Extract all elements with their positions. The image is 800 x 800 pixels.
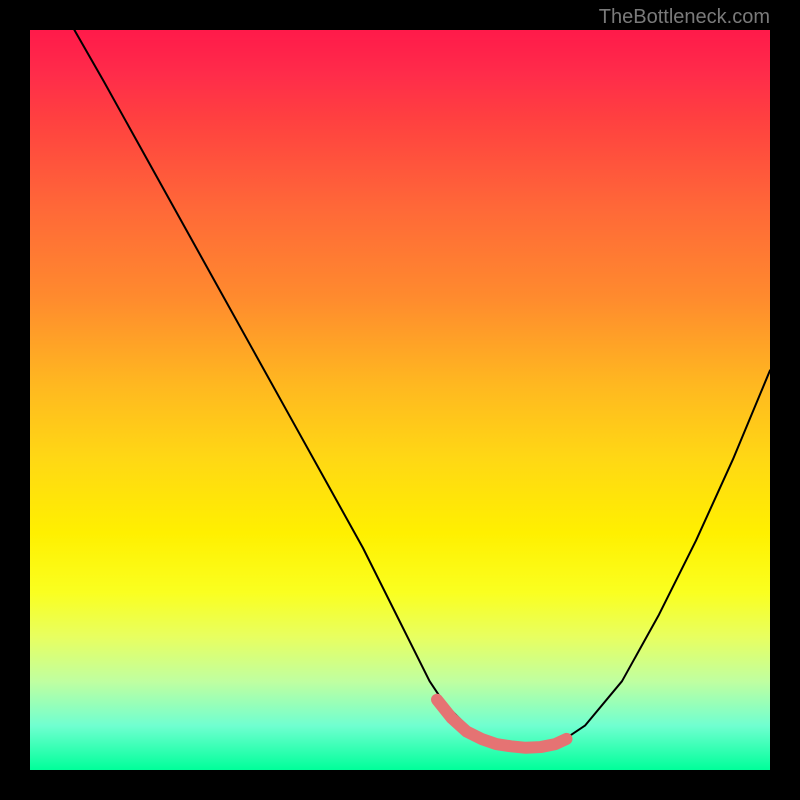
chart-svg: [30, 30, 770, 770]
attribution-text: TheBottleneck.com: [599, 6, 770, 29]
curve-line: [74, 30, 770, 748]
chart-container: TheBottleneck.com: [0, 0, 800, 800]
plot-area: [30, 30, 770, 770]
highlight-segment: [437, 700, 567, 748]
